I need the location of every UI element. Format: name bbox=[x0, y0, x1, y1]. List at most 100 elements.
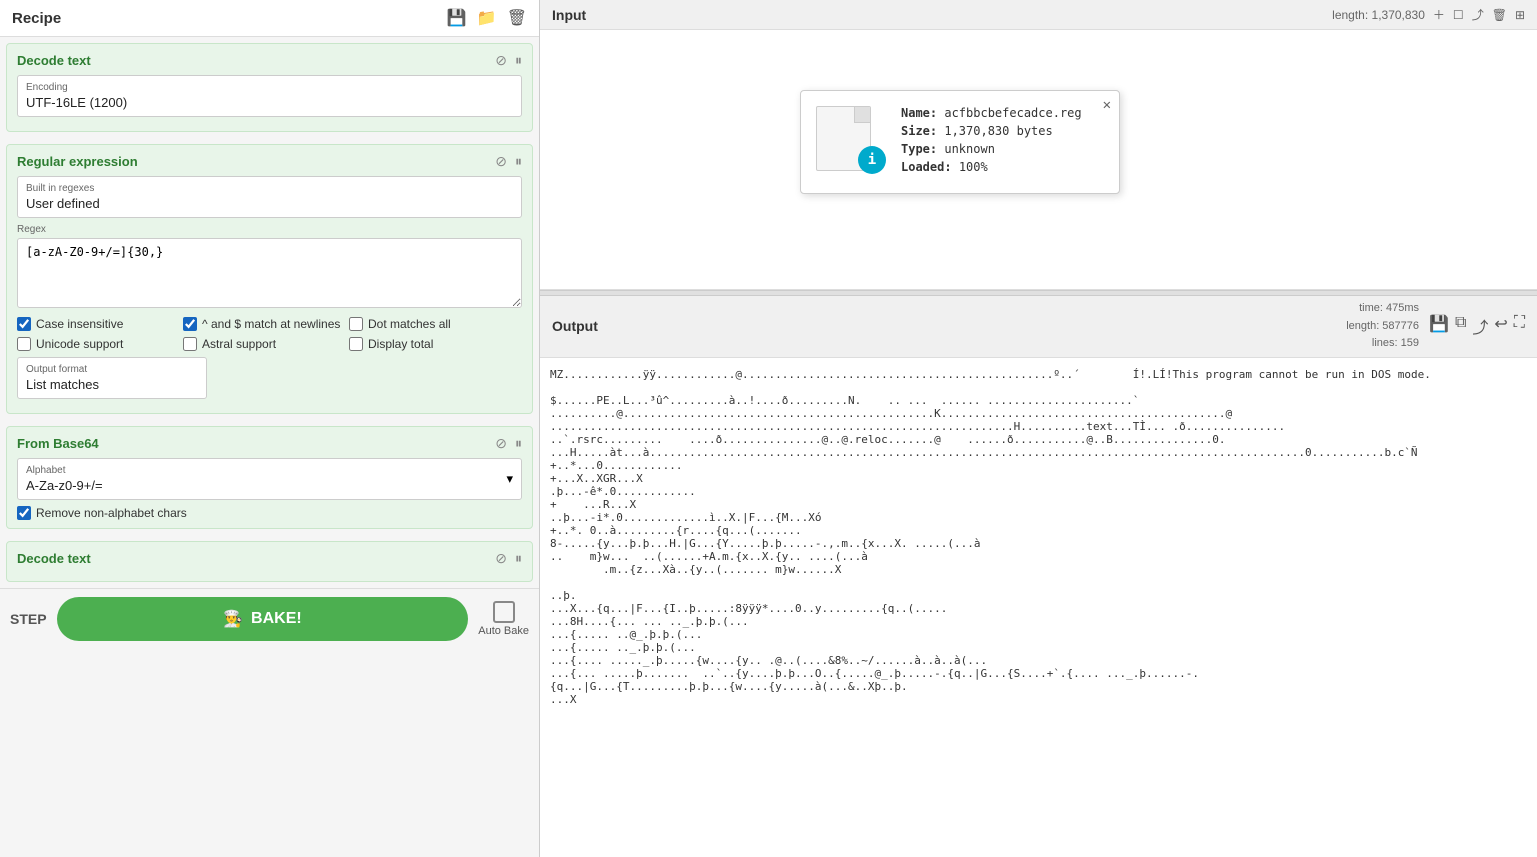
decode-text-bottom-header: Decode text ⊘ ⏸ bbox=[17, 550, 522, 567]
alphabet-value: A-Za-z0-9+/= bbox=[26, 478, 103, 493]
from-base64-disable-icon[interactable]: ⊘ bbox=[495, 435, 507, 452]
input-trash-icon[interactable]: 🗑 bbox=[1492, 8, 1507, 22]
regex-title: Regular expression bbox=[17, 154, 138, 169]
alphabet-chevron-icon: ▾ bbox=[506, 471, 513, 487]
auto-bake-icon bbox=[493, 601, 515, 623]
remove-nonalpha-item: Remove non-alphabet chars bbox=[17, 506, 522, 520]
decode-text-bottom-disable-icon[interactable]: ⊘ bbox=[495, 550, 507, 567]
decode-text-top-pause-icon[interactable]: ⏸ bbox=[515, 52, 522, 69]
auto-bake-button[interactable]: Auto Bake bbox=[478, 601, 529, 637]
input-add-icon[interactable]: ＋ bbox=[1433, 6, 1445, 23]
file-details: Name: acfbbcbefecadce.reg Size: 1,370,83… bbox=[901, 106, 1104, 178]
astral-support-label: Astral support bbox=[202, 337, 276, 351]
regex-controls: ⊘ ⏸ bbox=[495, 153, 522, 170]
save-icon[interactable]: 💾 bbox=[447, 8, 467, 28]
decode-text-top-title: Decode text bbox=[17, 53, 91, 68]
output-copy-icon[interactable]: ⧉ bbox=[1455, 314, 1466, 338]
bake-icon: 👨‍🍳 bbox=[223, 609, 243, 629]
file-info-popup: i Name: acfbbcbefecadce.reg Size: 1,370,… bbox=[800, 90, 1120, 194]
regex-field-wrapper: Regex [a-zA-Z0-9+/=]{30,} bbox=[17, 224, 522, 311]
input-header: Input length: 1,370,830 ＋ ☐ ⤴ 🗑 ⊞ bbox=[540, 0, 1537, 30]
bottom-bar: STEP 👨‍🍳 BAKE! Auto Bake bbox=[0, 588, 539, 648]
open-folder-icon[interactable]: 📁 bbox=[477, 8, 497, 28]
from-base64-pause-icon[interactable]: ⏸ bbox=[515, 435, 522, 452]
decode-text-bottom-controls: ⊘ ⏸ bbox=[495, 550, 522, 567]
file-loaded: Loaded: 100% bbox=[901, 160, 1104, 174]
decode-text-bottom-pause-icon[interactable]: ⏸ bbox=[515, 550, 522, 567]
regex-pause-icon[interactable]: ⏸ bbox=[515, 153, 522, 170]
output-export-icon[interactable]: ⤴ bbox=[1472, 314, 1488, 338]
output-meta: time: 475ms length: 587776 lines: 159 bbox=[1346, 300, 1419, 353]
from-base64-section: From Base64 ⊘ ⏸ Alphabet A-Za-z0-9+/= ▾ … bbox=[6, 426, 533, 529]
checkboxes-row-1: Case insensitive ^ and $ match at newlin… bbox=[17, 317, 522, 331]
caret-dollar-checkbox[interactable] bbox=[183, 317, 197, 331]
unicode-support-item: Unicode support bbox=[17, 337, 177, 351]
encoding-value: UTF-16LE (1200) bbox=[26, 95, 513, 110]
regex-textarea[interactable]: [a-zA-Z0-9+/=]{30,} bbox=[17, 238, 522, 308]
output-actions: 💾 ⧉ ⤴ ↩ ⛶ bbox=[1429, 314, 1525, 338]
remove-nonalpha-label: Remove non-alphabet chars bbox=[36, 506, 187, 520]
recipe-header: Recipe 💾 📁 🗑 bbox=[0, 0, 539, 37]
file-size: Size: 1,370,830 bytes bbox=[901, 124, 1104, 138]
decode-text-top-controls: ⊘ ⏸ bbox=[495, 52, 522, 69]
unicode-support-checkbox[interactable] bbox=[17, 337, 31, 351]
output-undo-icon[interactable]: ↩ bbox=[1494, 314, 1507, 338]
case-insensitive-item: Case insensitive bbox=[17, 317, 177, 331]
built-in-regexes-value: User defined bbox=[26, 196, 513, 211]
right-panel: Input length: 1,370,830 ＋ ☐ ⤴ 🗑 ⊞ i Name… bbox=[540, 0, 1537, 857]
output-format-box[interactable]: Output format List matches bbox=[17, 357, 207, 399]
input-header-controls: length: 1,370,830 ＋ ☐ ⤴ 🗑 ⊞ bbox=[1332, 6, 1525, 23]
astral-support-checkbox[interactable] bbox=[183, 337, 197, 351]
built-in-regexes-label: Built in regexes bbox=[26, 183, 513, 194]
caret-dollar-label: ^ and $ match at newlines bbox=[202, 317, 340, 331]
input-export-icon[interactable]: ⤴ bbox=[1472, 6, 1484, 23]
remove-nonalpha-checkbox[interactable] bbox=[17, 506, 31, 520]
bake-label: BAKE! bbox=[251, 610, 302, 628]
encoding-field: Encoding UTF-16LE (1200) bbox=[17, 75, 522, 117]
recipe-header-icons: 💾 📁 🗑 bbox=[447, 8, 527, 28]
regex-disable-icon[interactable]: ⊘ bbox=[495, 153, 507, 170]
dot-matches-item: Dot matches all bbox=[349, 317, 509, 331]
dot-matches-label: Dot matches all bbox=[368, 317, 451, 331]
info-badge-icon: i bbox=[858, 146, 886, 174]
regex-section: Regular expression ⊘ ⏸ Built in regexes … bbox=[6, 144, 533, 414]
caret-dollar-item: ^ and $ match at newlines bbox=[183, 317, 343, 331]
step-button[interactable]: STEP bbox=[10, 611, 47, 627]
display-total-label: Display total bbox=[368, 337, 433, 351]
output-title: Output bbox=[552, 318, 598, 334]
delete-icon[interactable]: 🗑 bbox=[507, 8, 527, 28]
input-content-area[interactable]: i Name: acfbbcbefecadce.reg Size: 1,370,… bbox=[540, 30, 1537, 290]
decode-text-top-disable-icon[interactable]: ⊘ bbox=[495, 52, 507, 69]
recipe-title: Recipe bbox=[12, 10, 61, 27]
regex-section-header: Regular expression ⊘ ⏸ bbox=[17, 153, 522, 170]
display-total-checkbox[interactable] bbox=[349, 337, 363, 351]
case-insensitive-checkbox[interactable] bbox=[17, 317, 31, 331]
left-panel: Recipe 💾 📁 🗑 Decode text ⊘ ⏸ Encoding UT… bbox=[0, 0, 540, 857]
case-insensitive-label: Case insensitive bbox=[36, 317, 123, 331]
file-icon: i bbox=[816, 106, 886, 176]
auto-bake-label: Auto Bake bbox=[478, 625, 529, 637]
unicode-support-label: Unicode support bbox=[36, 337, 123, 351]
decode-text-bottom-title: Decode text bbox=[17, 551, 91, 566]
dot-matches-checkbox[interactable] bbox=[349, 317, 363, 331]
from-base64-controls: ⊘ ⏸ bbox=[495, 435, 522, 452]
output-content[interactable]: MZ............ÿÿ............@...........… bbox=[540, 358, 1537, 857]
file-info-close-button[interactable]: ✕ bbox=[1103, 97, 1111, 113]
input-expand-icon[interactable]: ☐ bbox=[1453, 8, 1464, 22]
bake-button[interactable]: 👨‍🍳 BAKE! bbox=[57, 597, 469, 641]
alphabet-select[interactable]: Alphabet A-Za-z0-9+/= ▾ bbox=[17, 458, 522, 500]
output-fullscreen-icon[interactable]: ⛶ bbox=[1514, 314, 1525, 338]
file-name: Name: acfbbcbefecadce.reg bbox=[901, 106, 1104, 120]
checkboxes-row-2: Unicode support Astral support Display t… bbox=[17, 337, 522, 351]
input-length-info: length: 1,370,830 bbox=[1332, 8, 1425, 22]
output-format-value: List matches bbox=[26, 377, 198, 392]
display-total-item: Display total bbox=[349, 337, 509, 351]
decode-text-bottom-section: Decode text ⊘ ⏸ bbox=[6, 541, 533, 582]
output-save-icon[interactable]: 💾 bbox=[1429, 314, 1449, 338]
input-title: Input bbox=[552, 7, 586, 23]
encoding-label: Encoding bbox=[26, 82, 513, 93]
input-grid-icon[interactable]: ⊞ bbox=[1515, 8, 1525, 22]
decode-text-top-header: Decode text ⊘ ⏸ bbox=[17, 52, 522, 69]
alphabet-field: Alphabet A-Za-z0-9+/= bbox=[26, 465, 103, 493]
built-in-regexes-field[interactable]: Built in regexes User defined bbox=[17, 176, 522, 218]
